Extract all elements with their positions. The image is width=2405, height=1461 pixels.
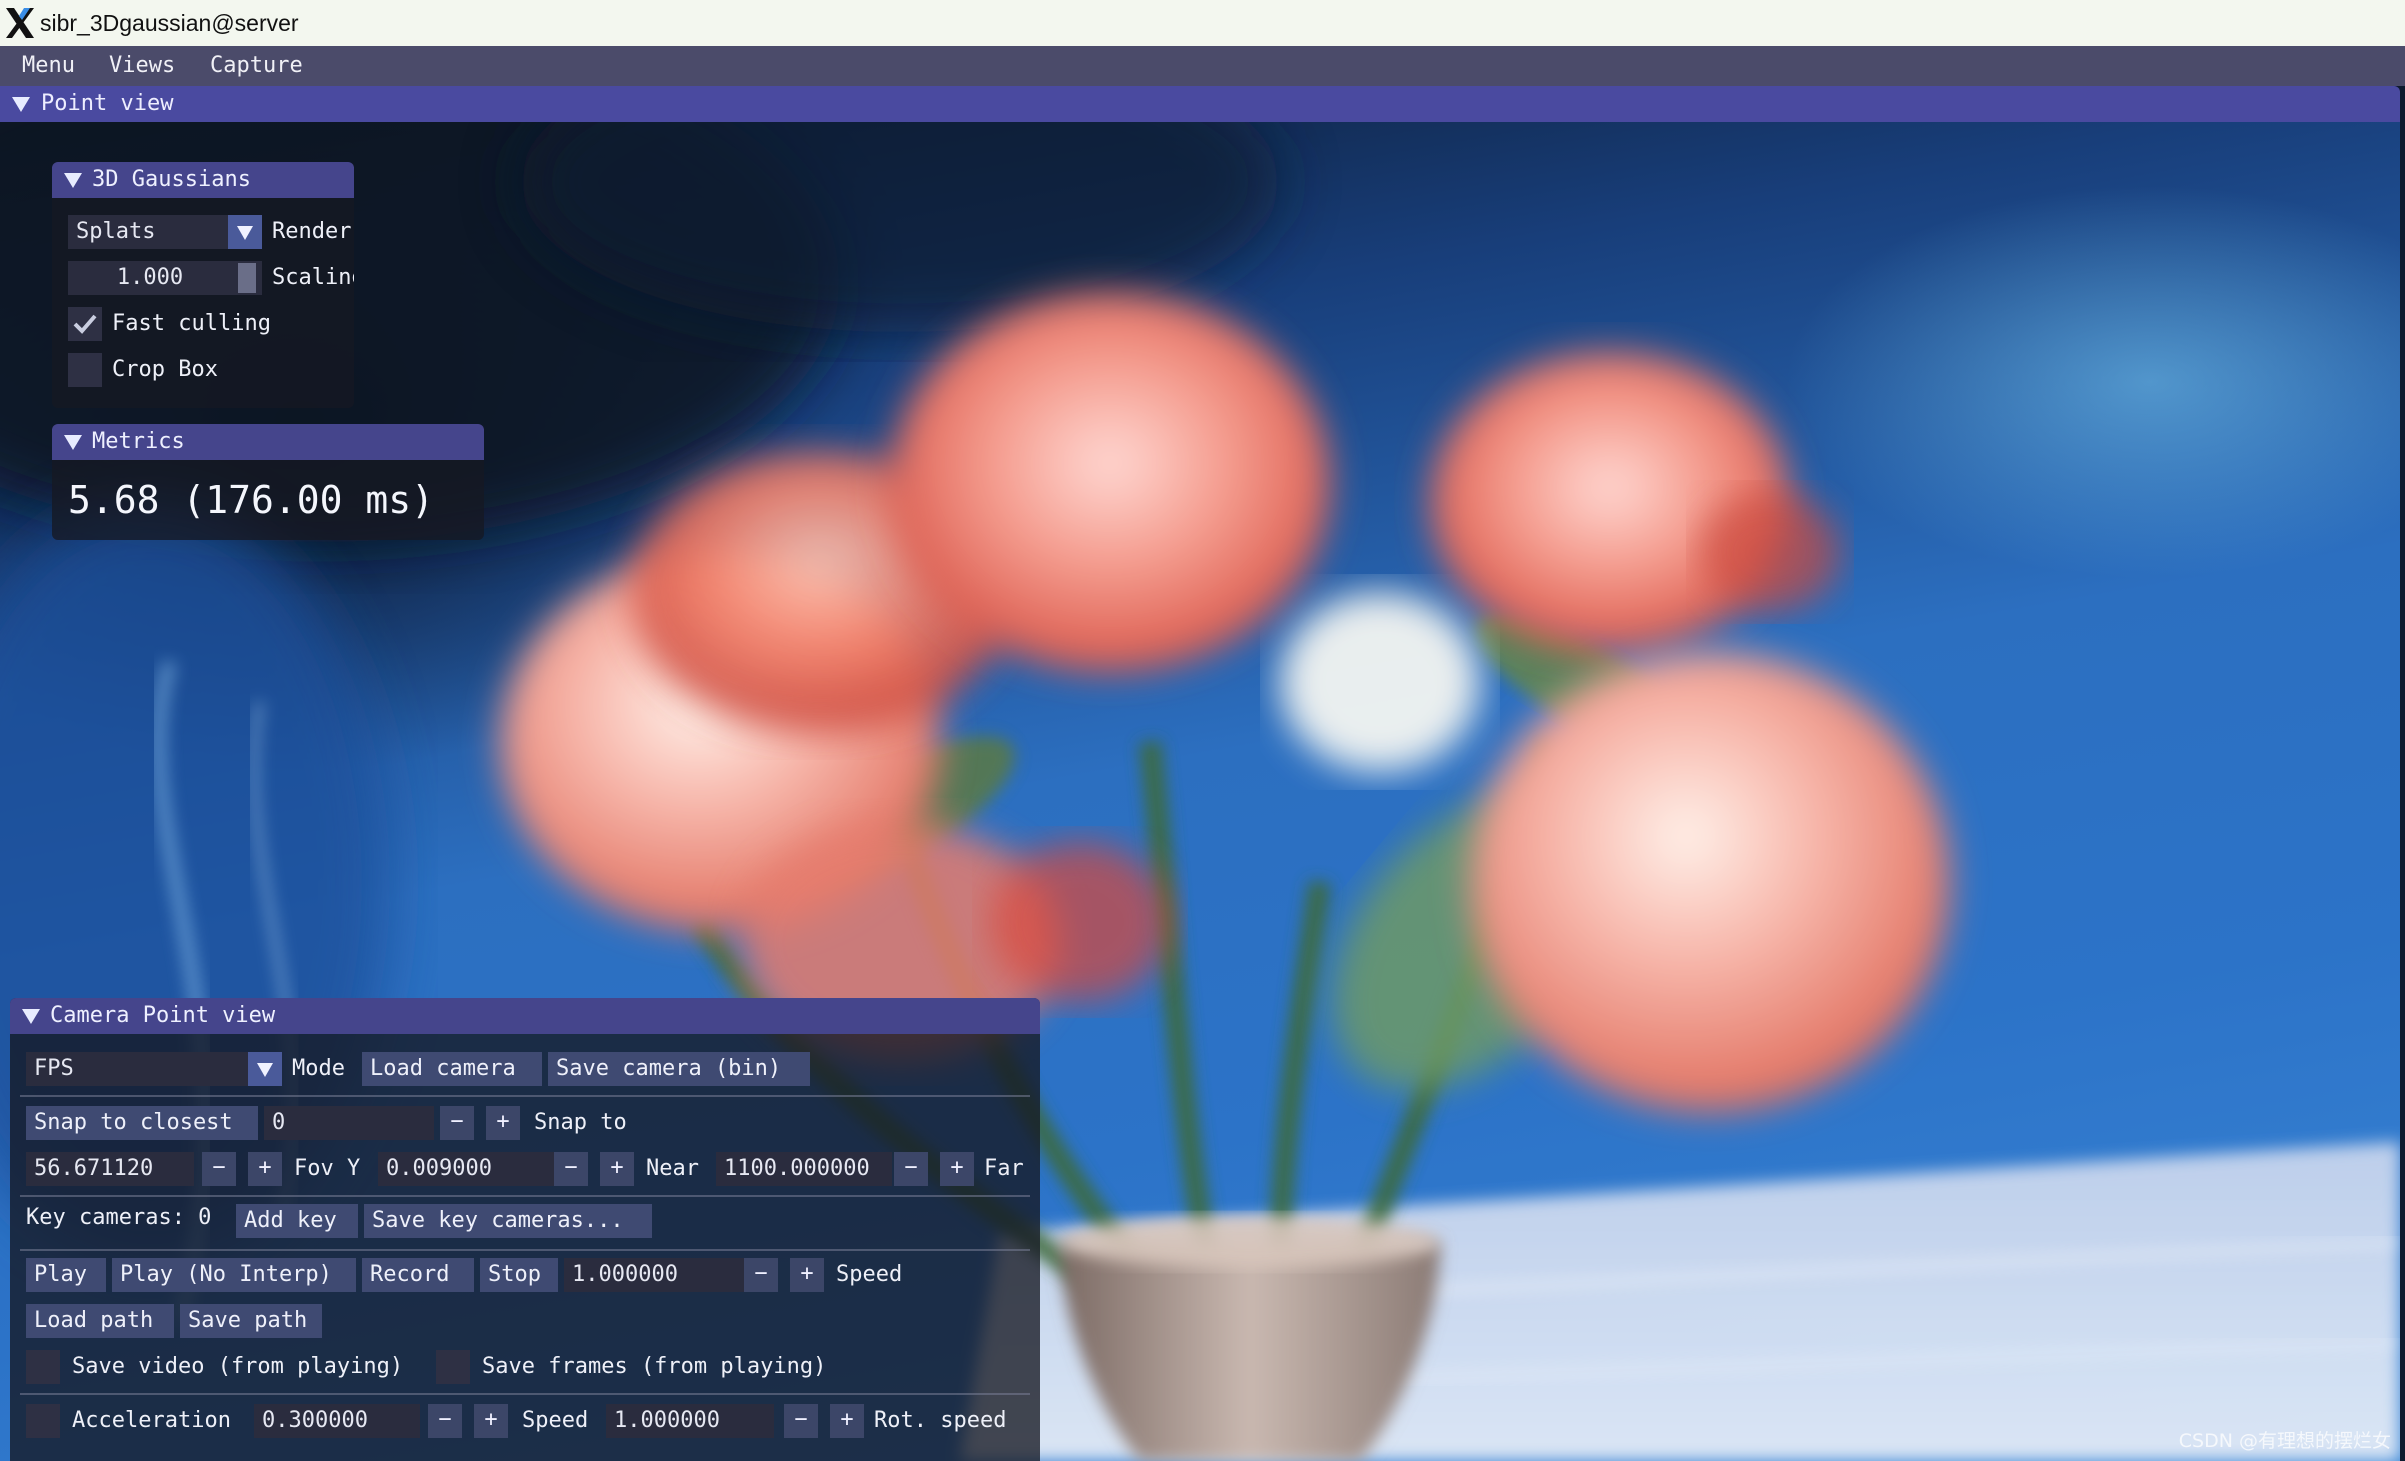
- separator: [20, 1095, 1030, 1097]
- far-decrement-button[interactable]: −: [894, 1152, 928, 1186]
- speed-increment-button[interactable]: +: [790, 1258, 824, 1292]
- fovy-input[interactable]: 56.671120: [26, 1152, 194, 1186]
- collapse-triangle-icon[interactable]: [64, 173, 82, 188]
- key-cameras-label: Key cameras: 0: [26, 1205, 212, 1230]
- render-mode-label: Render: [272, 219, 352, 244]
- camera-panel: Camera Point view FPS Mode Load camera S…: [10, 998, 1040, 1461]
- acceleration-decrement-button[interactable]: −: [428, 1404, 462, 1438]
- scaling-label: Scaling: [272, 265, 354, 290]
- gaussians-panel: 3D Gaussians Splats Render 1.000 Scaling…: [52, 162, 354, 408]
- menu-capture[interactable]: Capture: [210, 53, 303, 78]
- stop-button[interactable]: Stop: [480, 1258, 558, 1292]
- record-button[interactable]: Record: [362, 1258, 474, 1292]
- menu-menu[interactable]: Menu: [22, 53, 75, 78]
- fovy-decrement-button[interactable]: −: [202, 1152, 236, 1186]
- camera-panel-title: Camera Point view: [50, 1003, 276, 1028]
- near-increment-button[interactable]: +: [600, 1152, 634, 1186]
- save-key-cameras-button[interactable]: Save key cameras...: [364, 1204, 652, 1238]
- rot-speed-decrement-button[interactable]: −: [784, 1404, 818, 1438]
- point-view-title: Point view: [41, 91, 174, 116]
- save-path-button[interactable]: Save path: [180, 1304, 322, 1338]
- window-titlebar: sibr_3Dgaussian@server: [0, 0, 2405, 46]
- save-frames-label: Save frames (from playing): [482, 1354, 827, 1379]
- load-path-button[interactable]: Load path: [26, 1304, 174, 1338]
- save-video-checkbox[interactable]: [26, 1350, 60, 1384]
- snap-decrement-button[interactable]: −: [440, 1106, 474, 1140]
- acceleration-increment-button[interactable]: +: [474, 1404, 508, 1438]
- camera-panel-header[interactable]: Camera Point view: [10, 998, 1040, 1034]
- checkmark-icon: [73, 314, 97, 334]
- snap-increment-button[interactable]: +: [486, 1106, 520, 1140]
- rot-speed-label: Rot. speed: [874, 1408, 1007, 1433]
- snap-input[interactable]: 0: [264, 1106, 434, 1140]
- near-decrement-button[interactable]: −: [554, 1152, 588, 1186]
- save-camera-button[interactable]: Save camera (bin): [548, 1052, 810, 1086]
- fast-culling-checkbox[interactable]: [68, 307, 102, 341]
- near-label: Near: [646, 1156, 699, 1181]
- rot-speed-increment-button[interactable]: +: [830, 1404, 864, 1438]
- window-title: sibr_3Dgaussian@server: [40, 10, 299, 36]
- speed-decrement-button[interactable]: −: [744, 1258, 778, 1292]
- snap-to-label: Snap to: [534, 1110, 627, 1135]
- speed-label: Speed: [522, 1408, 589, 1433]
- render-mode-combo[interactable]: Splats: [68, 215, 228, 249]
- fovy-increment-button[interactable]: +: [248, 1152, 282, 1186]
- separator: [20, 1393, 1030, 1395]
- acceleration-label: Acceleration: [72, 1408, 231, 1433]
- load-camera-button[interactable]: Load camera: [362, 1052, 542, 1086]
- chevron-down-icon[interactable]: [248, 1052, 282, 1086]
- crop-box-checkbox[interactable]: [68, 353, 102, 387]
- add-key-button[interactable]: Add key: [236, 1204, 358, 1238]
- separator: [20, 1195, 1030, 1197]
- snap-to-closest-button[interactable]: Snap to closest: [26, 1106, 258, 1140]
- far-increment-button[interactable]: +: [940, 1152, 974, 1186]
- fps-readout: 5.68 (176.00 ms): [68, 478, 435, 522]
- camera-mode-combo[interactable]: FPS: [26, 1052, 248, 1086]
- play-no-interp-button[interactable]: Play (No Interp): [112, 1258, 356, 1292]
- crop-box-label: Crop Box: [112, 357, 218, 382]
- separator: [20, 1249, 1030, 1251]
- chevron-down-icon[interactable]: [228, 215, 262, 249]
- save-video-label: Save video (from playing): [72, 1354, 404, 1379]
- metrics-panel: Metrics 5.68 (176.00 ms): [52, 424, 484, 540]
- near-input[interactable]: 0.009000: [378, 1152, 554, 1186]
- playback-speed-input[interactable]: 1.000000: [564, 1258, 744, 1292]
- slider-grab-handle[interactable]: [238, 263, 256, 293]
- scaling-slider[interactable]: 1.000: [68, 261, 262, 295]
- speed-label: Speed: [836, 1262, 903, 1287]
- acceleration-input[interactable]: 0.300000: [254, 1404, 420, 1438]
- watermark: CSDN @有理想的摆烂女: [2178, 1430, 2391, 1452]
- metrics-panel-title: Metrics: [92, 429, 185, 454]
- mode-label: Mode: [292, 1056, 345, 1081]
- play-button[interactable]: Play: [26, 1258, 106, 1292]
- save-frames-checkbox[interactable]: [436, 1350, 470, 1384]
- fast-culling-label: Fast culling: [112, 311, 271, 336]
- menu-views[interactable]: Views: [109, 53, 175, 78]
- point-view-header[interactable]: Point view: [0, 86, 2400, 122]
- collapse-triangle-icon[interactable]: [22, 1009, 40, 1024]
- gaussians-panel-header[interactable]: 3D Gaussians: [52, 162, 354, 198]
- main-menubar: Menu Views Capture: [0, 46, 2405, 86]
- metrics-panel-header[interactable]: Metrics: [52, 424, 484, 460]
- acceleration-checkbox[interactable]: [26, 1404, 60, 1438]
- fovy-label: Fov Y: [294, 1156, 361, 1181]
- x11-logo-icon: [6, 8, 34, 38]
- far-input[interactable]: 1100.000000: [716, 1152, 892, 1186]
- collapse-triangle-icon[interactable]: [64, 435, 82, 450]
- gaussians-panel-title: 3D Gaussians: [92, 167, 251, 192]
- far-label: Far: [984, 1156, 1024, 1181]
- collapse-triangle-icon[interactable]: [12, 97, 30, 112]
- rot-speed-input[interactable]: 1.000000: [606, 1404, 774, 1438]
